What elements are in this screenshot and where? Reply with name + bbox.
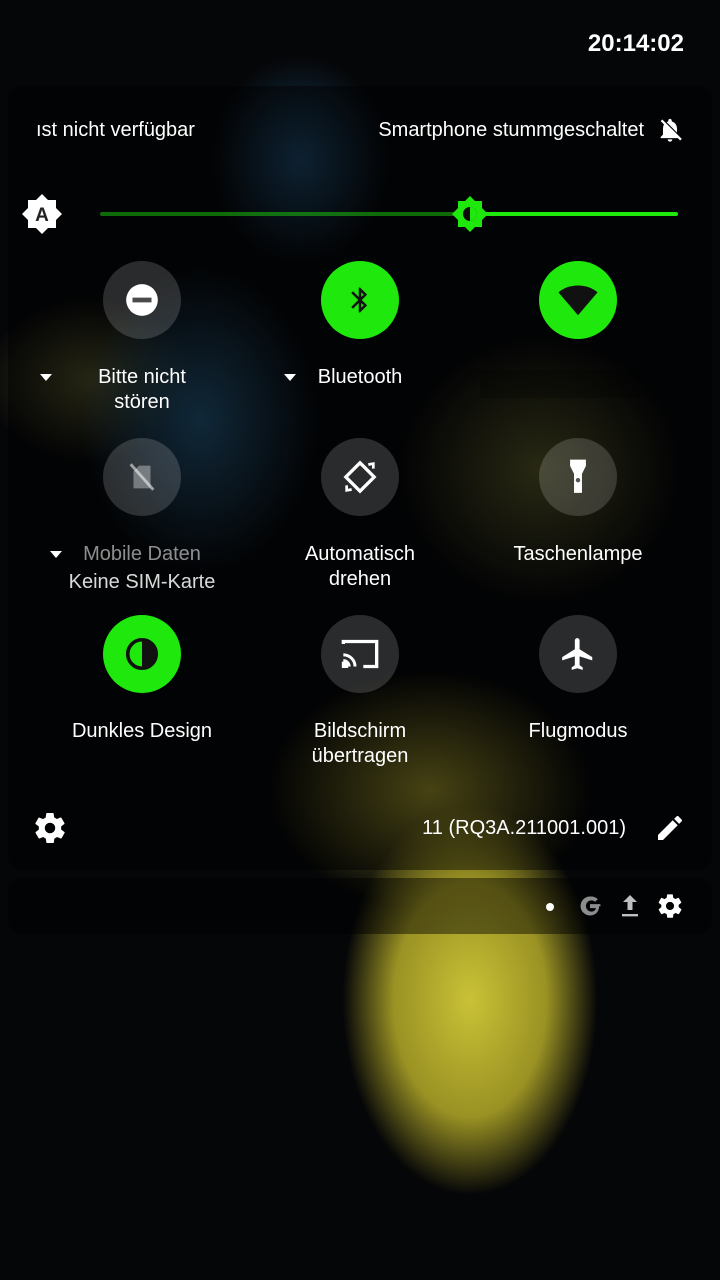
tile-label-do-not-disturb: Bitte nicht stören [40,365,242,415]
bell-off-icon[interactable] [656,116,684,144]
ringer-status-text: Smartphone stummgeschaltet [378,119,644,141]
do-not-disturb-icon[interactable] [103,261,181,339]
auto-brightness-icon[interactable]: A [20,192,64,236]
tile-label-bluetooth: Bluetooth [260,365,460,390]
build-number[interactable]: 11 (RQ3A.211001.001) [422,817,626,840]
tile-dark-theme[interactable]: Dunkles Design [42,615,242,744]
tile-do-not-disturb[interactable]: Bitte nicht stören [40,261,242,415]
status-clock: 20:14:02 [587,30,684,57]
tile-label-dark-theme: Dunkles Design [71,720,213,742]
tile-auto-rotate[interactable]: Automatisch drehen [260,438,460,592]
notification-strip[interactable] [8,878,712,934]
brightness-slider-thumb[interactable] [451,195,489,233]
tile-label-flashlight: Taschenlampe [513,543,643,565]
wifi-icon[interactable] [539,261,617,339]
wifi-label-redacted [480,370,640,398]
bluetooth-icon[interactable] [321,261,399,339]
tile-label-airplane-mode: Flugmodus [528,720,628,742]
no-sim-icon[interactable] [103,438,181,516]
cast-icon[interactable] [321,615,399,693]
network-status-text: ıst nicht verfügbar [36,119,195,141]
tile-airplane-mode[interactable]: Flugmodus [478,615,678,744]
tile-mobile-data[interactable]: Mobile Daten Keine SIM-Karte [42,438,242,597]
chevron-down-icon[interactable] [50,551,62,558]
edit-icon[interactable] [654,812,686,844]
tile-bluetooth[interactable]: Bluetooth [260,261,460,390]
tile-label-mobile-data: Mobile Daten [42,542,242,567]
tile-flashlight[interactable]: Taschenlampe [478,438,678,567]
settings-icon [658,894,682,918]
google-icon [580,896,601,916]
brightness-track[interactable] [100,212,678,216]
airplane-icon[interactable] [539,615,617,693]
upload-icon [622,895,638,917]
dark-theme-icon[interactable] [103,615,181,693]
flashlight-icon[interactable] [539,438,617,516]
tile-label-auto-rotate: Automatisch drehen [304,543,416,590]
chevron-down-icon[interactable] [284,374,296,381]
tile-wifi[interactable] [478,261,678,365]
auto-brightness-letter: A [35,205,49,226]
dot-icon [546,903,554,911]
tile-cast[interactable]: Bildschirm übertragen [260,615,460,769]
chevron-down-icon[interactable] [40,374,52,381]
settings-icon[interactable] [32,810,68,846]
tile-label-cast: Bildschirm übertragen [311,720,409,767]
auto-rotate-icon[interactable] [321,438,399,516]
tile-sublabel-mobile-data: Keine SIM-Karte [68,571,216,593]
